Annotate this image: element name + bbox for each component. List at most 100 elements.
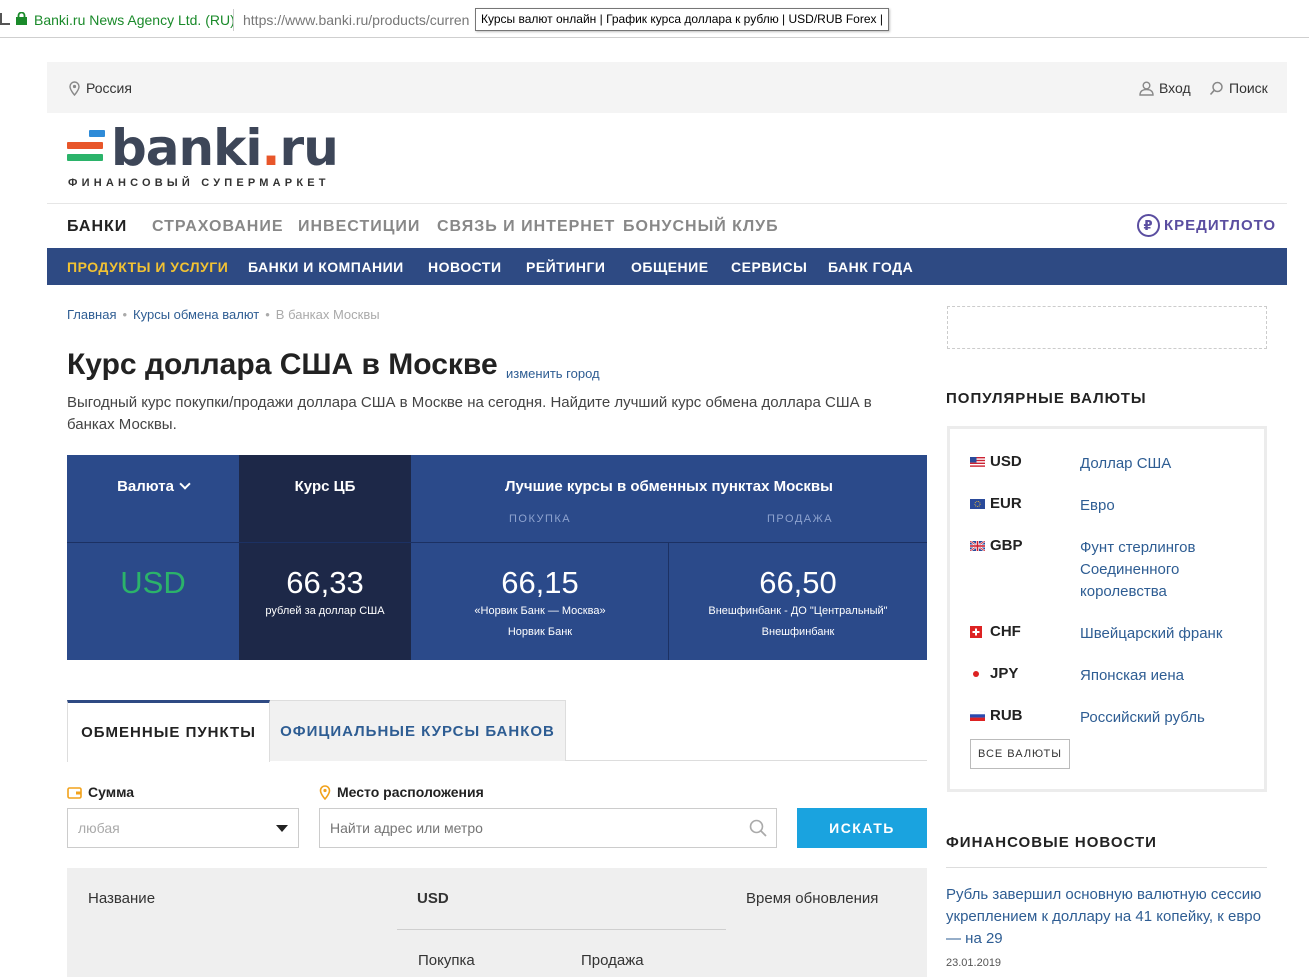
- cb-rate-note: рублей за доллар США: [265, 605, 385, 617]
- news-item-link[interactable]: Рубль завершил основную валютную сессию …: [946, 884, 1266, 950]
- dropdown-arrow-icon: [276, 825, 288, 832]
- site-identity[interactable]: Banki.ru News Agency Ltd. (RU): [34, 12, 235, 28]
- sell-rate-value: 66,50: [759, 565, 837, 600]
- currency-link-rub[interactable]: Российский рубль: [1080, 707, 1240, 729]
- rates-divider-vertical: [668, 542, 669, 660]
- login-label: Вход: [1159, 80, 1191, 96]
- currency-link-gbp[interactable]: Фунт стерлингов Соединенного королевства: [1080, 537, 1240, 603]
- all-currencies-button[interactable]: ВСЕ ВАЛЮТЫ: [970, 739, 1070, 769]
- sub-nav-services[interactable]: СЕРВИСЫ: [731, 259, 807, 275]
- location-pin-icon: [319, 784, 331, 800]
- url-field[interactable]: https://www.banki.ru/products/curren: [243, 12, 475, 28]
- search-icon: [749, 819, 767, 837]
- page: Россия Вход Поиск banki.ru ФИНАНСОВЫЙ СУ…: [47, 62, 1287, 977]
- currency-code: CHF: [970, 623, 1021, 640]
- change-city-link[interactable]: изменить город: [506, 366, 600, 381]
- col-sell-header[interactable]: Продажа: [581, 952, 644, 969]
- currency-dropdown[interactable]: Валюта: [67, 478, 239, 495]
- us-flag-icon: [970, 456, 985, 467]
- main-nav-banks[interactable]: БАНКИ: [67, 218, 127, 236]
- sub-nav-news[interactable]: НОВОСТИ: [428, 259, 502, 275]
- browser-address-bar: Banki.ru News Agency Ltd. (RU) https://w…: [0, 0, 1309, 38]
- buy-rate-value: 66,15: [501, 565, 579, 600]
- uk-flag-icon: [970, 540, 985, 551]
- sub-nav: ПРОДУКТЫ И УСЛУГИ БАНКИ И КОМПАНИИ НОВОС…: [47, 248, 1287, 285]
- location-label: Место расположения: [319, 784, 484, 800]
- banki-logo[interactable]: banki.ru ФИНАНСОВЫЙ СУПЕРМАРКЕТ: [67, 123, 339, 192]
- tab-official-rates[interactable]: ОФИЦИАЛЬНЫЕ КУРСЫ БАНКОВ: [270, 700, 566, 761]
- sum-select[interactable]: любая: [67, 808, 299, 848]
- buy-rate-office[interactable]: «Норвик Банк — Москва»: [411, 605, 669, 617]
- search-button[interactable]: ИСКАТЬ: [797, 808, 927, 848]
- sum-label: Сумма: [67, 784, 134, 800]
- search-link[interactable]: Поиск: [1209, 80, 1268, 96]
- top-line: Россия Вход Поиск: [47, 62, 1287, 113]
- rates-panel: Валюта USD Курс ЦБ 66,33 рублей за долла…: [67, 455, 927, 660]
- col-updated-header[interactable]: Время обновления: [746, 890, 878, 907]
- rates-tabs: ОБМЕННЫЕ ПУНКТЫ ОФИЦИАЛЬНЫЕ КУРСЫ БАНКОВ: [67, 700, 927, 762]
- region-selector[interactable]: Россия: [69, 80, 132, 96]
- main-nav-investments[interactable]: ИНВЕСТИЦИИ: [298, 218, 420, 236]
- location-input[interactable]: [319, 808, 777, 848]
- breadcrumb-current: В банках Москвы: [275, 307, 380, 322]
- logo-tagline: ФИНАНСОВЫЙ СУПЕРМАРКЕТ: [68, 177, 330, 189]
- currency-code: EUR: [970, 495, 1022, 512]
- sell-rate-bank[interactable]: Внешфинбанк: [669, 626, 927, 638]
- breadcrumb-separator: •: [122, 307, 128, 322]
- logo-bar-blue: [89, 130, 105, 137]
- currency-column: Валюта USD: [67, 455, 239, 660]
- financial-news-title: ФИНАНСОВЫЕ НОВОСТИ: [946, 834, 1157, 851]
- breadcrumb-exchange-rates[interactable]: Курсы обмена валют: [133, 307, 259, 322]
- cb-rate-header: Курс ЦБ: [294, 478, 356, 495]
- sub-nav-bank-of-year[interactable]: БАНК ГОДА: [828, 259, 913, 275]
- page-title: Курс доллара США в Москве: [67, 348, 498, 381]
- sub-nav-ratings[interactable]: РЕЙТИНГИ: [526, 259, 605, 275]
- login-link[interactable]: Вход: [1139, 80, 1191, 96]
- col-currency-header: USD: [417, 890, 449, 907]
- main-nav-bonus-club[interactable]: БОНУСНЫЙ КЛУБ: [623, 218, 779, 236]
- col-buy-header[interactable]: Покупка: [418, 952, 475, 969]
- sell-rate-office[interactable]: Внешфинбанк - ДО "Центральный": [669, 605, 927, 617]
- currency-link-chf[interactable]: Швейцарский франк: [1080, 623, 1240, 645]
- location-pin-icon: [69, 80, 80, 96]
- user-icon: [1139, 81, 1154, 96]
- currency-link-usd[interactable]: Доллар США: [1080, 453, 1240, 475]
- logo-bar-orange: [67, 142, 103, 149]
- main-nav-telecom[interactable]: СВЯЗЬ И ИНТЕРНЕТ: [437, 218, 615, 236]
- wallet-icon: [67, 786, 82, 799]
- sub-nav-banks-companies[interactable]: БАНКИ И КОМПАНИИ: [248, 259, 404, 275]
- news-date: 23.01.2019: [946, 957, 1002, 969]
- header-divider: [397, 929, 726, 930]
- cb-rate-value: 66,33: [286, 565, 364, 600]
- currency-link-eur[interactable]: Евро: [1080, 495, 1240, 517]
- currency-code: RUB: [970, 707, 1023, 724]
- back-icon[interactable]: [0, 13, 10, 25]
- eu-flag-icon: [970, 498, 985, 509]
- currency-link-jpy[interactable]: Японская иена: [1080, 665, 1240, 687]
- buy-rate-bank[interactable]: Норвик Банк: [411, 626, 669, 638]
- logo-wordmark: banki.ru: [111, 119, 339, 177]
- news-divider: [946, 867, 1267, 868]
- best-rates-header: Лучшие курсы в обменных пунктах Москвы: [505, 478, 833, 495]
- creditloto-link[interactable]: ₽ КРЕДИТЛОТО: [1137, 214, 1276, 237]
- currency-code: JPY: [970, 665, 1018, 682]
- page-lead: Выгодный курс покупки/продажи доллара СШ…: [67, 394, 872, 433]
- sub-nav-products[interactable]: ПРОДУКТЫ И УСЛУГИ: [67, 259, 228, 275]
- sell-label: ПРОДАЖА: [767, 513, 834, 525]
- breadcrumb-home[interactable]: Главная: [67, 307, 116, 322]
- sum-select-value: любая: [78, 820, 120, 836]
- search-label: Поиск: [1229, 80, 1268, 96]
- tab-exchange-points[interactable]: ОБМЕННЫЕ ПУНКТЫ: [67, 700, 270, 762]
- cb-rate-column: Курс ЦБ 66,33 рублей за доллар США: [239, 455, 411, 660]
- chevron-down-icon: [179, 478, 191, 490]
- address-divider: [233, 9, 234, 31]
- breadcrumb-separator: •: [265, 307, 270, 322]
- buy-label: ПОКУПКА: [509, 513, 572, 525]
- swiss-flag-icon: [970, 625, 982, 638]
- main-nav-insurance[interactable]: СТРАХОВАНИЕ: [152, 218, 284, 236]
- sub-nav-community[interactable]: ОБЩЕНИЕ: [631, 259, 709, 275]
- main-nav: БАНКИ СТРАХОВАНИЕ ИНВЕСТИЦИИ СВЯЗЬ И ИНТ…: [47, 203, 1287, 248]
- col-name-header[interactable]: Название: [88, 890, 155, 907]
- selected-currency: USD: [120, 565, 186, 600]
- breadcrumb: Главная • Курсы обмена валют • В банках Моск…: [67, 307, 380, 322]
